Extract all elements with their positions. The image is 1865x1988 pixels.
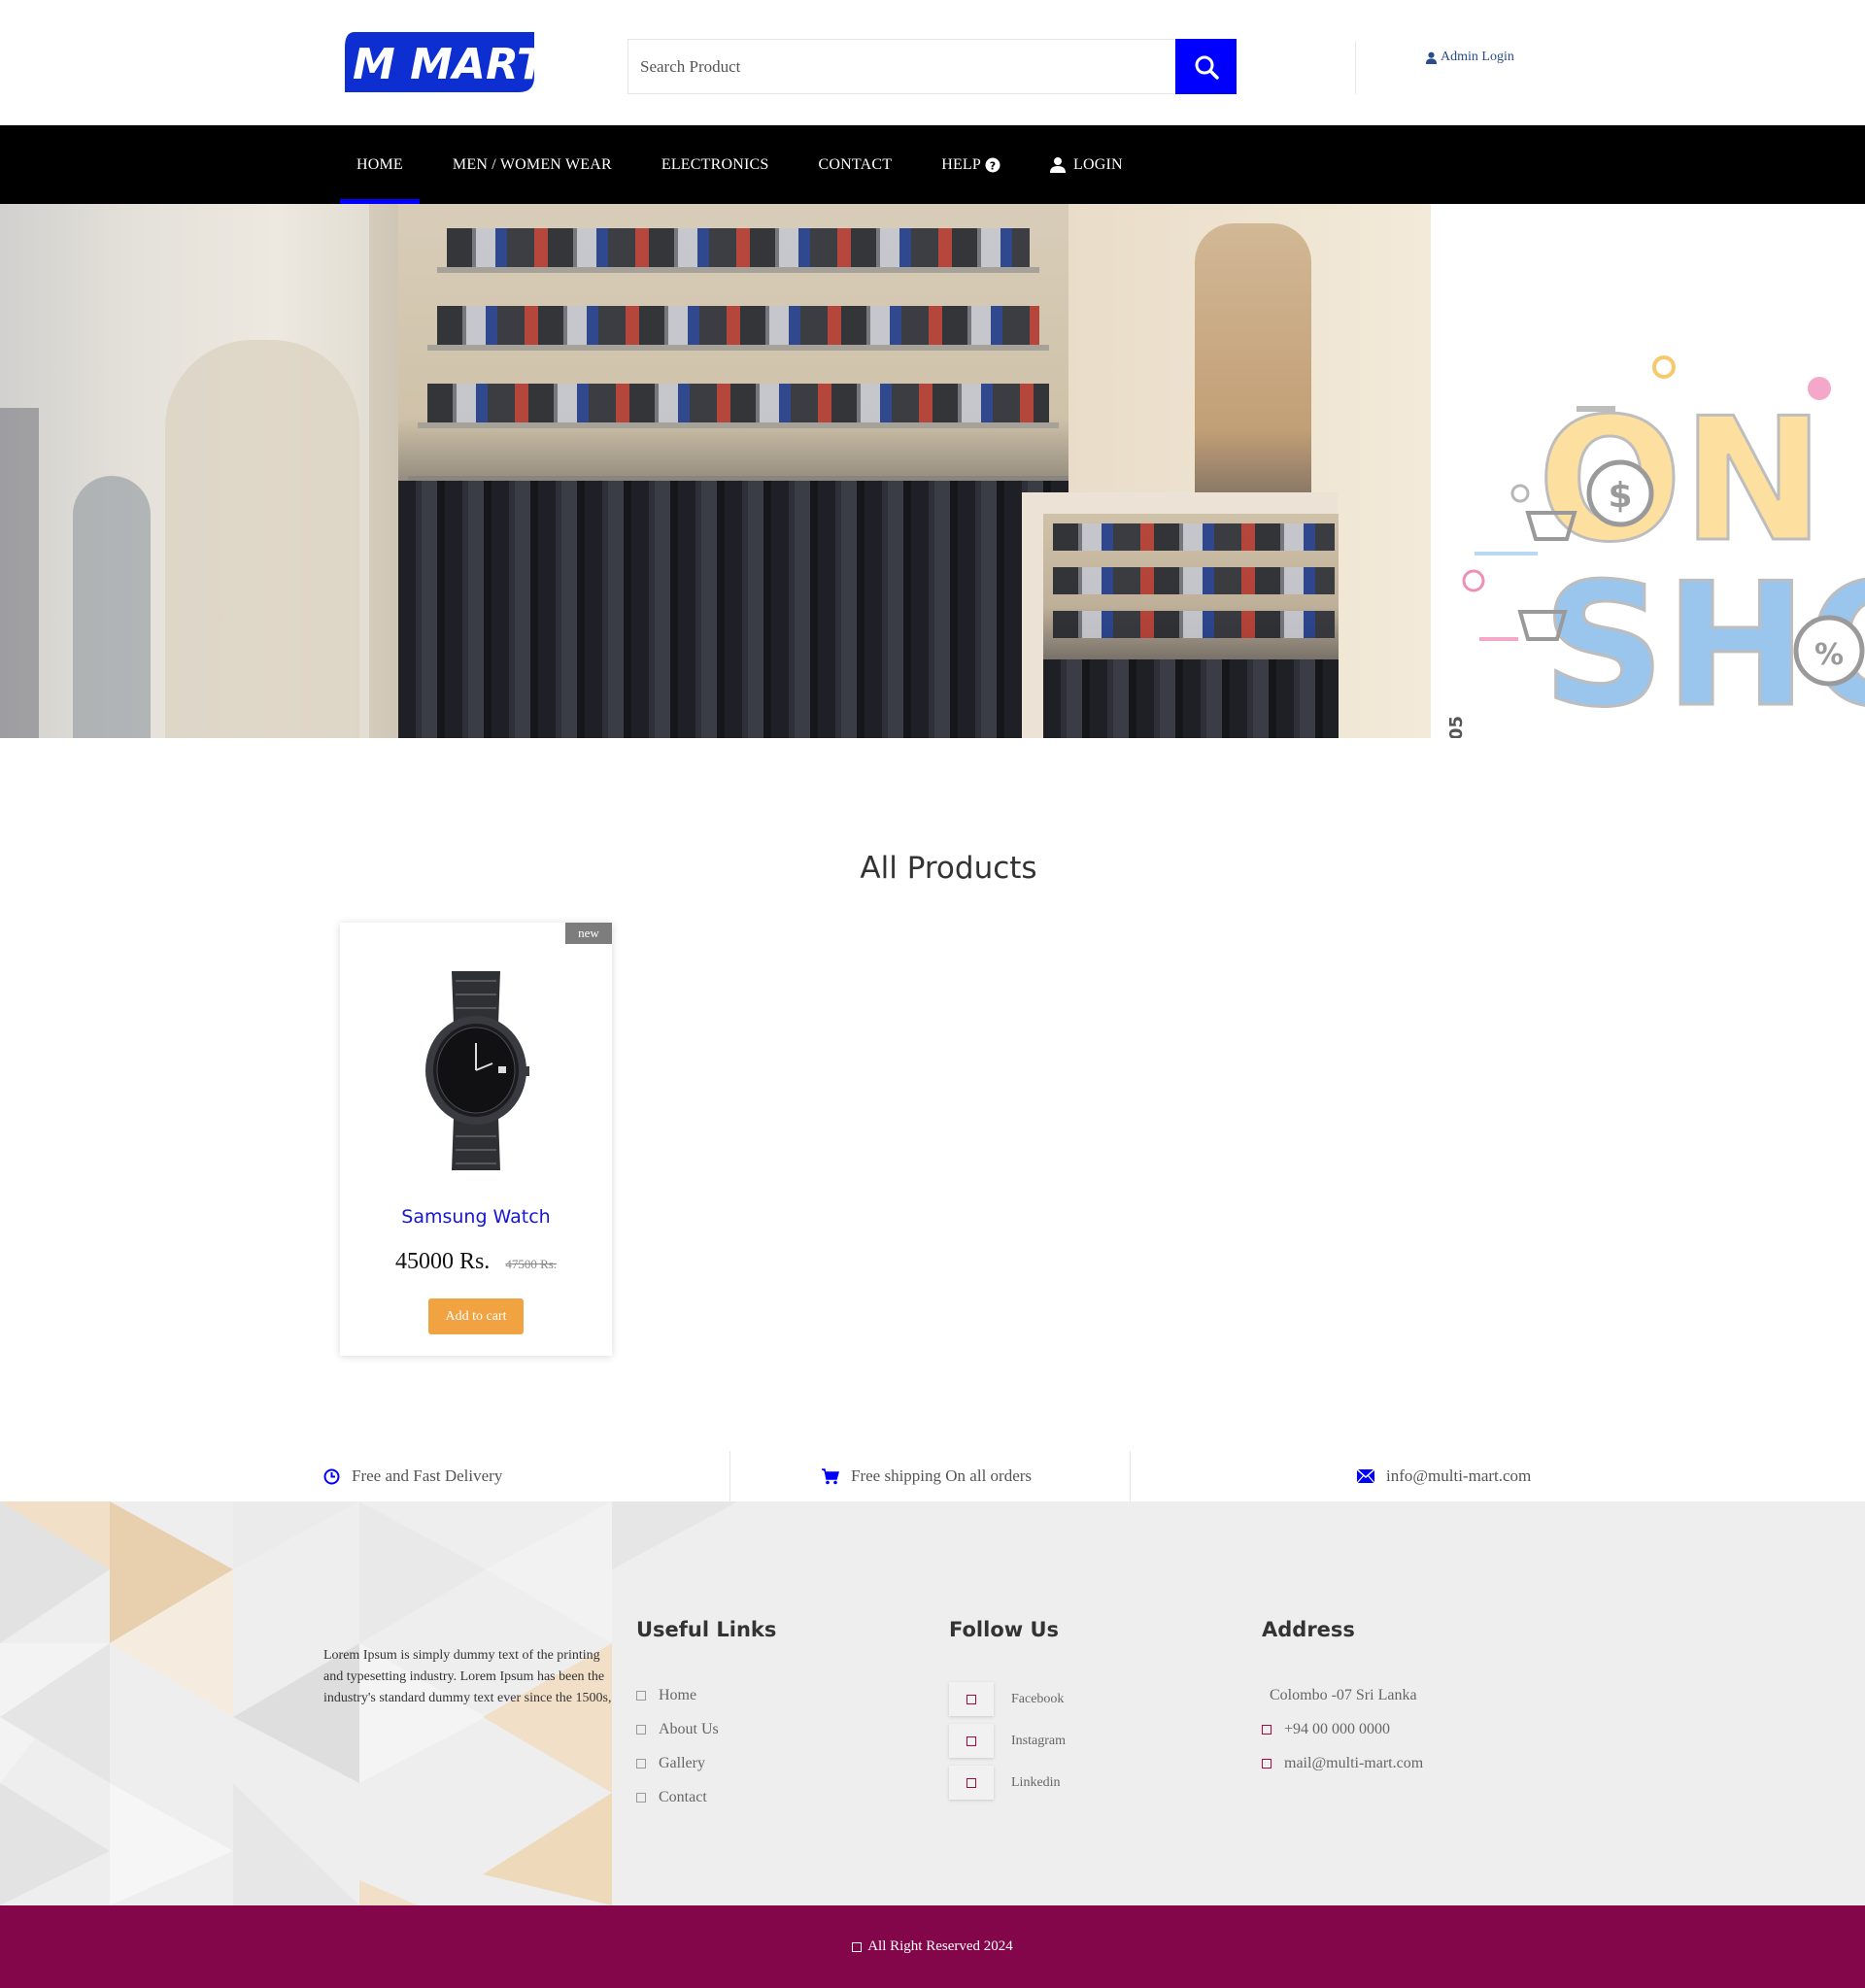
product-card[interactable]: new Samsung Watch 45000 Rs. 47500 Rs. Ad… (340, 923, 612, 1356)
feature-delivery: Free and Fast Delivery (323, 1451, 502, 1501)
address-title: Address (1262, 1618, 1355, 1641)
useful-links-title: Useful Links (636, 1618, 777, 1641)
social-label: Instagram (1011, 1733, 1066, 1748)
hero-slide-thumbnail (1022, 492, 1339, 738)
feature-shipping-text: Free shipping On all orders (851, 1466, 1033, 1485)
footer-link-gallery[interactable]: Gallery (636, 1746, 776, 1780)
admin-login-label: Admin Login (1441, 50, 1514, 64)
product-old-price: 47500 Rs. (505, 1257, 558, 1271)
logo[interactable]: M MART (345, 32, 549, 92)
bullet-icon (636, 1724, 646, 1735)
footer-link-label: Gallery (659, 1754, 705, 1771)
user-icon (1425, 51, 1438, 64)
footer-address: Address Colombo -07 Sri Lanka +94 00 000… (1262, 1618, 1423, 1780)
search-input[interactable] (628, 40, 1172, 93)
nav-login-label: LOGIN (1073, 155, 1123, 173)
price-row: 45000 Rs. 47500 Rs. (340, 1249, 612, 1275)
address-email-text: mail@multi-mart.com (1284, 1754, 1424, 1771)
nav-contact-label: CONTACT (818, 155, 893, 173)
bullet-icon (636, 1758, 646, 1769)
search-icon (1195, 55, 1219, 80)
main-nav: HOME MEN / WOMEN WEAR ELECTRONICS CONTAC… (0, 125, 1865, 204)
footer-link-contact[interactable]: Contact (636, 1780, 776, 1814)
add-to-cart-button[interactable]: Add to cart (428, 1298, 524, 1334)
question-circle-icon: ? (985, 157, 1000, 172)
nav-login[interactable]: LOGIN (1034, 125, 1139, 204)
features-bar: Free and Fast Delivery Free shipping On … (0, 1451, 1865, 1501)
search-button[interactable] (1175, 39, 1237, 94)
footer-link-label: About Us (659, 1720, 719, 1737)
footer-link-about-us[interactable]: About Us (636, 1712, 776, 1746)
follow-us-title: Follow Us (949, 1618, 1060, 1641)
footer-follow-us: Follow Us Facebook Instagram Linkedin (949, 1618, 1066, 1803)
new-badge: new (565, 923, 612, 944)
header: M MART Admin Login (0, 0, 1865, 125)
copyright-icon (852, 1941, 863, 1952)
cart-icon (822, 1467, 839, 1484)
footer-link-label: Contact (659, 1788, 707, 1805)
clock-icon (323, 1468, 340, 1484)
social-linkedin[interactable]: Linkedin (949, 1762, 1066, 1803)
logo-text: M MART (353, 40, 534, 89)
hero-side-text: 05 (1446, 716, 1467, 738)
envelope-icon (1357, 1469, 1374, 1483)
admin-login-link[interactable]: Admin Login (1425, 50, 1514, 65)
user-icon (1050, 157, 1067, 173)
address-phone[interactable]: +94 00 000 0000 (1262, 1712, 1423, 1746)
footer: Lorem Ipsum is simply dummy text of the … (0, 1501, 1865, 1905)
footer-useful-links: Useful Links Home About Us Gallery Conta… (636, 1618, 776, 1814)
nav-help-label: HELP (941, 155, 982, 173)
all-products-title: All Products (860, 851, 1037, 886)
bullet-icon (636, 1792, 646, 1803)
social-instagram[interactable]: Instagram (949, 1720, 1066, 1762)
svg-text:?: ? (990, 159, 997, 172)
hero-carousel[interactable]: ON SHO $ % 05 (0, 204, 1865, 738)
hero-right-slide: ON SHO $ % 05 (1431, 204, 1865, 738)
address-line-text: Colombo -07 Sri Lanka (1270, 1686, 1417, 1703)
nav-home[interactable]: HOME (340, 125, 420, 204)
phone-icon (1262, 1724, 1272, 1735)
nav-electronics-label: ELECTRONICS (661, 155, 769, 173)
product-price: 45000 Rs. (394, 1249, 491, 1274)
product-name[interactable]: Samsung Watch (340, 1206, 612, 1228)
address-email[interactable]: mail@multi-mart.com (1262, 1746, 1423, 1780)
social-facebook[interactable]: Facebook (949, 1678, 1066, 1720)
svg-text:$: $ (1608, 476, 1632, 516)
nav-men-women-wear[interactable]: MEN / WOMEN WEAR (436, 125, 628, 204)
feature-email[interactable]: info@multi-mart.com (1357, 1451, 1531, 1501)
bullet-icon (636, 1690, 646, 1701)
feature-shipping: Free shipping On all orders (822, 1451, 1032, 1501)
svg-text:%: % (1814, 638, 1844, 672)
search-bar (627, 39, 1237, 94)
social-label: Facebook (1011, 1691, 1065, 1706)
copyright-text: All Right Reserved 2024 (867, 1938, 1013, 1954)
feature-email-text: info@multi-mart.com (1386, 1466, 1532, 1485)
address-phone-text: +94 00 000 0000 (1284, 1720, 1391, 1737)
header-divider (1355, 41, 1356, 94)
nav-help[interactable]: HELP ? (925, 125, 1017, 204)
footer-link-label: Home (659, 1686, 697, 1703)
footer-link-home[interactable]: Home (636, 1678, 776, 1712)
social-label: Linkedin (1011, 1774, 1061, 1790)
nav-home-label: HOME (356, 155, 403, 173)
instagram-icon (966, 1735, 976, 1746)
copyright-bar: All Right Reserved 2024 (0, 1905, 1865, 1988)
online-shop-illustration: ON SHO $ % 05 (1446, 355, 1865, 738)
address-line: Colombo -07 Sri Lanka (1262, 1678, 1423, 1712)
watch-image[interactable] (423, 971, 529, 1170)
linkedin-icon (966, 1777, 976, 1788)
footer-about-text: Lorem Ipsum is simply dummy text of the … (323, 1648, 612, 1705)
nav-contact[interactable]: CONTACT (802, 125, 909, 204)
nav-men-women-wear-label: MEN / WOMEN WEAR (452, 155, 612, 173)
facebook-icon (966, 1694, 976, 1704)
feature-delivery-text: Free and Fast Delivery (352, 1466, 503, 1485)
email-icon (1262, 1758, 1272, 1769)
nav-electronics[interactable]: ELECTRONICS (645, 125, 786, 204)
hero-left-slide (0, 204, 398, 738)
